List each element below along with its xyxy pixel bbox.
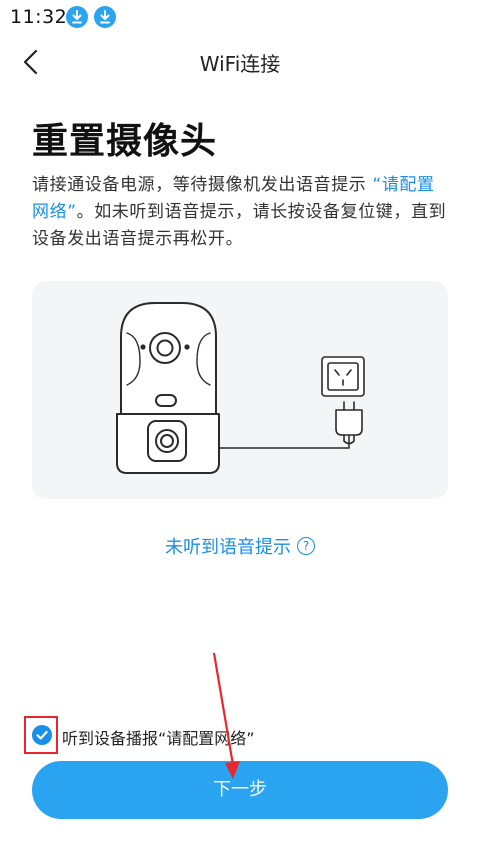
instruction-part1: 请接通设备电源，等待摄像机发出语音提示 (32, 175, 373, 195)
confirm-checkbox[interactable] (32, 725, 52, 745)
question-circle-icon: ? (297, 537, 315, 555)
power-outlet-icon (321, 356, 365, 397)
help-link[interactable]: 未听到语音提示? (0, 533, 480, 559)
help-link-label: 未听到语音提示 (165, 537, 291, 558)
download-icon (66, 6, 88, 28)
checkmark-icon (36, 730, 48, 740)
confirm-label: 听到设备播报“请配置网络” (62, 729, 255, 748)
page: 11:32 WiFi连接 重置摄像头 请接通设备电源，等待摄像机发出语音提示 “… (0, 0, 480, 853)
camera-icon (116, 302, 350, 474)
instruction-part2: 。如未听到语音提示，请长按设备复位键，直到设备发出语音提示再松开。 (32, 202, 447, 249)
status-time: 11:32 (10, 6, 68, 28)
section-title: 重置摄像头 (32, 121, 218, 162)
confirm-row: 听到设备播报“请配置网络” (24, 716, 464, 756)
header: WiFi连接 (0, 34, 480, 90)
instruction-text: 请接通设备电源，等待摄像机发出语音提示 “请配置网络”。如未听到语音提示，请长按… (32, 172, 448, 253)
next-button[interactable]: 下一步 (32, 761, 448, 819)
status-bar: 11:32 (0, 0, 480, 34)
page-title: WiFi连接 (199, 52, 281, 76)
download-icon (94, 6, 116, 28)
device-illustration (32, 281, 448, 499)
